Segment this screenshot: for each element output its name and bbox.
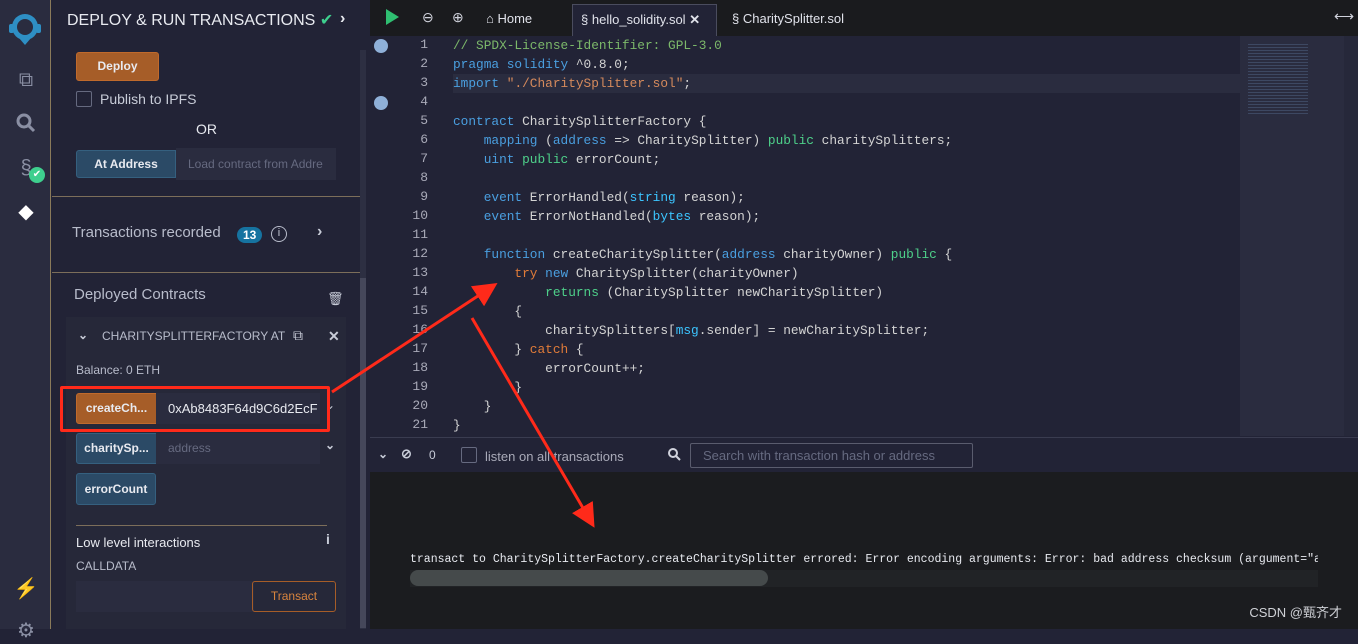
arrow-to-code (331, 283, 498, 394)
annotation-arrows (331, 283, 595, 528)
arrow-to-terminal (470, 317, 595, 528)
